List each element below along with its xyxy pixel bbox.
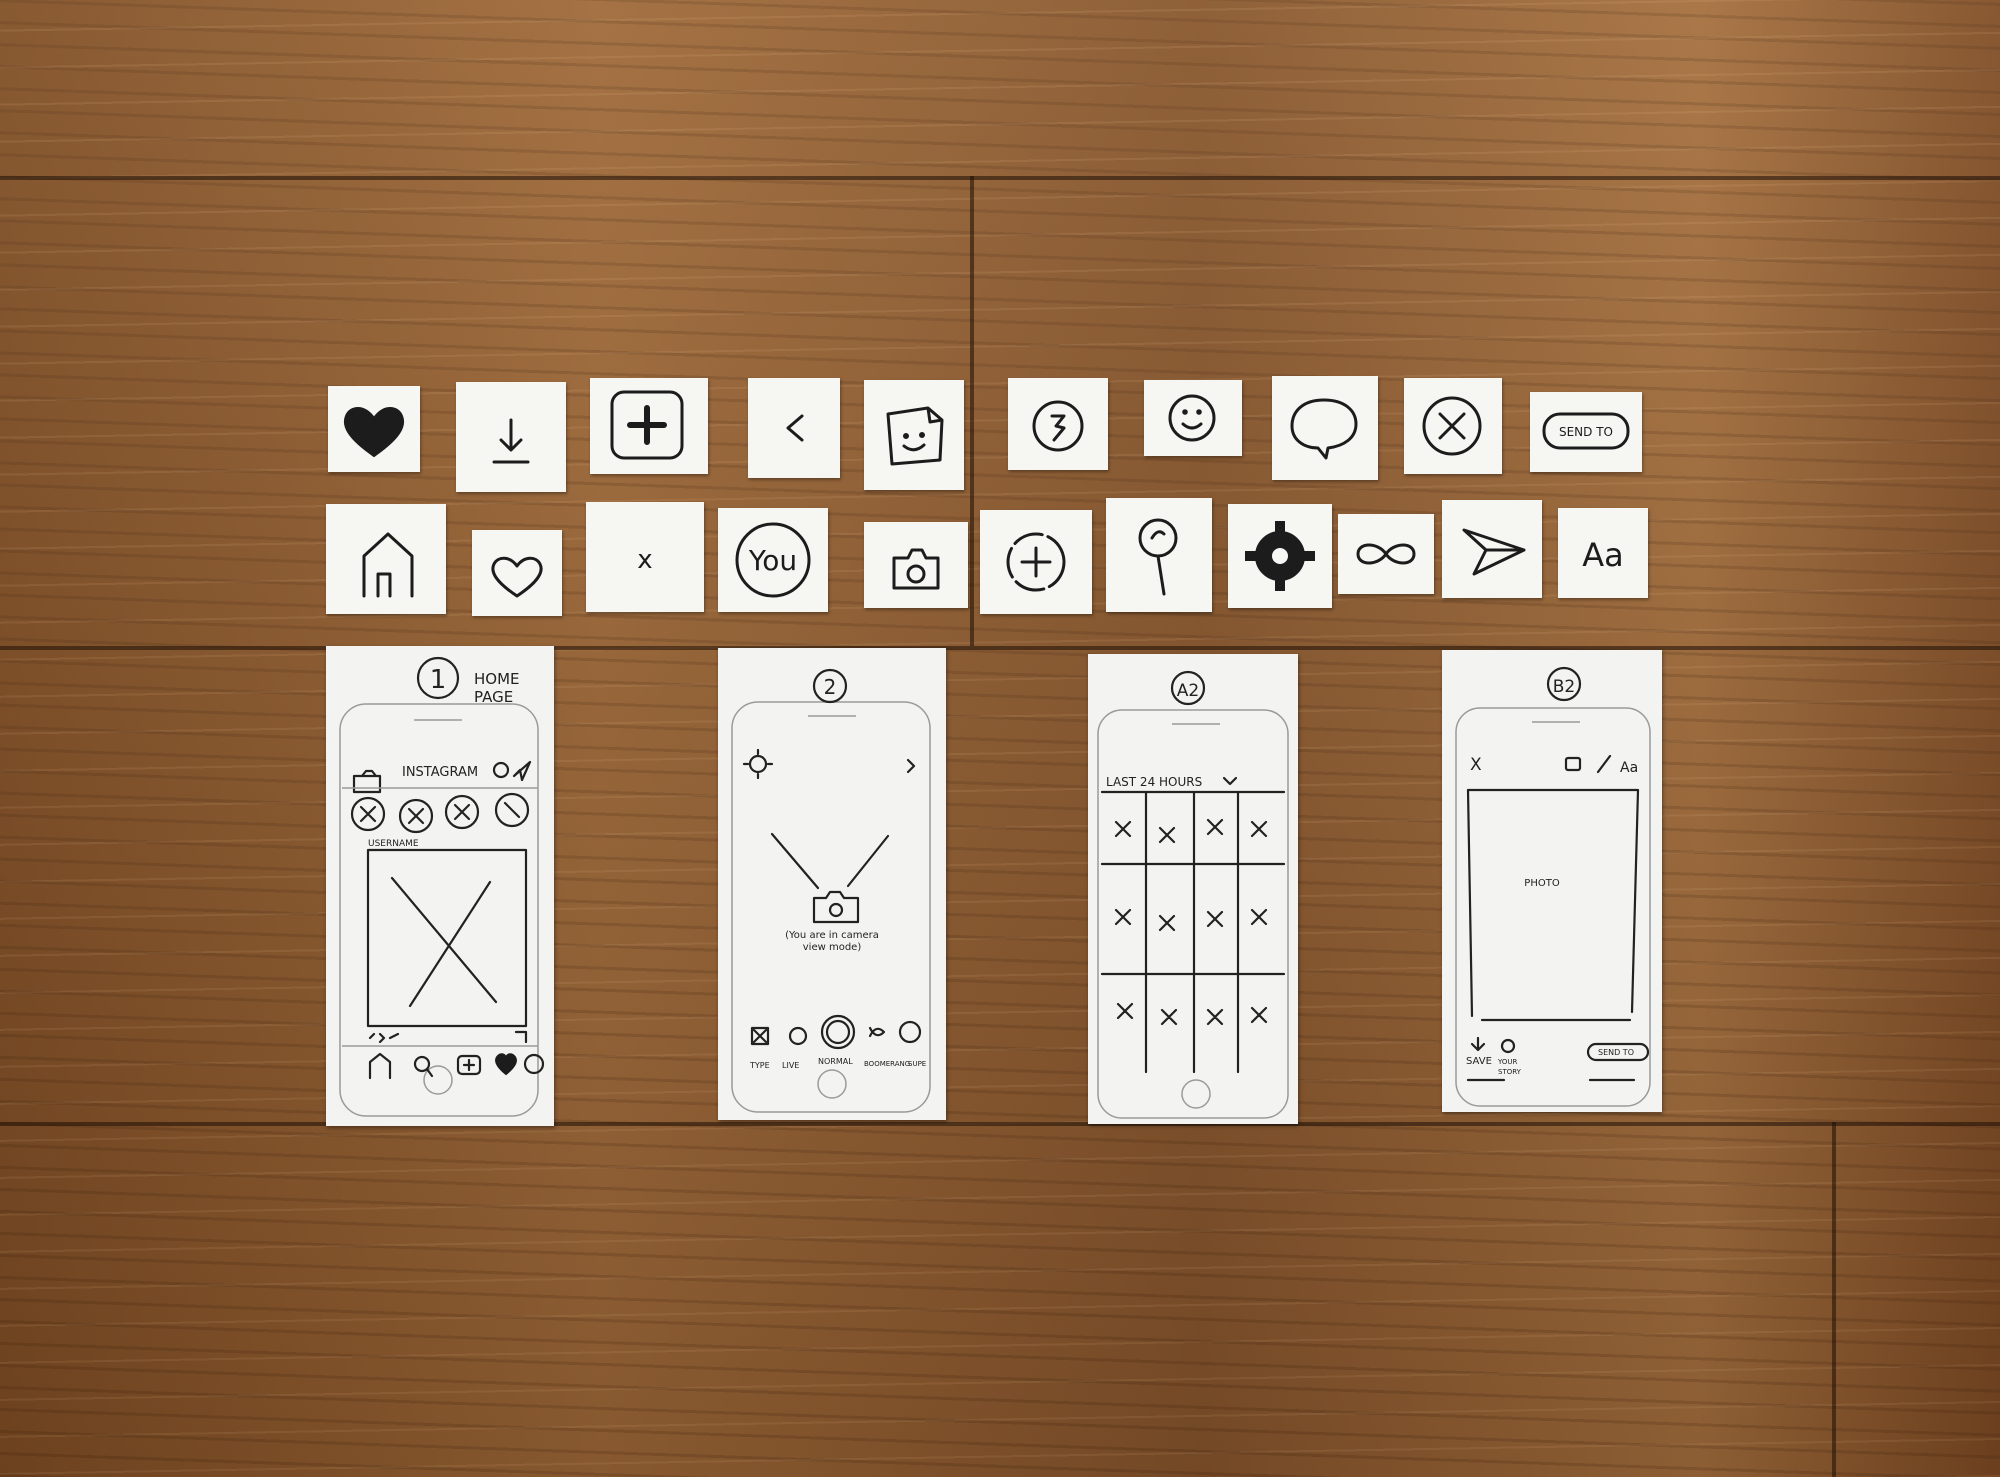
floor-seam [0,176,2000,180]
stories-row [350,792,530,834]
face-filter-icon[interactable] [898,1020,922,1044]
username-label: USERNAME [368,839,419,849]
last-24-hours-dropdown[interactable]: LAST 24 HOURS [1106,775,1202,789]
screen-1-title-page: PAGE [474,688,513,706]
boomerang-icon[interactable] [868,1026,886,1038]
direct-message-icon[interactable] [512,760,532,782]
camera-note-line2: view mode) [803,942,862,953]
camera-icon[interactable] [864,522,968,608]
camera-note-line1: (You are in camera [785,930,879,941]
search-icon[interactable] [1106,498,1212,612]
heart-outline-icon[interactable] [472,530,562,616]
nav-activity-icon[interactable] [495,1053,517,1076]
your-story-label-line2[interactable]: STORY [1498,1068,1522,1076]
screen-2-camera: 2 (You are in camera view mode) TYPE LIV… [718,648,946,1120]
photo-label: PHOTO [1524,878,1560,889]
paper-plane-icon[interactable] [1442,500,1542,598]
plus-circle-icon[interactable] [980,510,1092,614]
floor-seam [0,646,2000,650]
mode-type[interactable]: TYPE [749,1061,770,1070]
send-to-label: SEND TO [1559,425,1613,439]
grid-thumbnails[interactable] [1114,818,1268,1026]
mode-superzoom[interactable]: SUPE [908,1060,926,1068]
flash-icon[interactable] [742,748,774,780]
camera-view-icon [812,890,860,924]
tv-icon[interactable] [492,761,510,779]
floor-seam [1832,1122,1836,1477]
plus-square-icon[interactable] [590,378,708,474]
timer-icon[interactable] [1008,378,1108,470]
post-image-placeholder[interactable] [366,848,528,1028]
screen-1-number: 1 [430,665,447,695]
nav-home-icon[interactable] [368,1052,392,1080]
screen-2-number: 2 [824,675,837,699]
sticker-face-icon[interactable] [864,380,964,490]
download-arrow-icon[interactable] [456,382,566,492]
your-story-icon[interactable] [1500,1038,1516,1054]
nav-profile-icon[interactable] [523,1053,545,1075]
text-tool-icon[interactable]: Aa [1558,508,1648,598]
save-icon[interactable] [1470,1036,1486,1052]
draw-pen-icon[interactable] [1596,754,1612,774]
post-actions[interactable] [368,1032,400,1044]
forward-chevron-icon[interactable] [906,758,916,774]
mode-normal[interactable]: NORMAL [818,1057,853,1066]
you-profile-icon[interactable]: You [718,508,828,612]
timer-mode-icon[interactable] [788,1026,808,1046]
sticker-icon[interactable] [1564,756,1582,772]
x-label: x [637,545,652,575]
screen-1-title-home: HOME [474,670,520,688]
screen-b2-photo-edit: B2 X Aa PHOTO SAVE YOUR STORY SEND TO [1442,650,1662,1112]
text-tool-button[interactable]: Aa [1620,760,1638,776]
infinity-icon[interactable] [1338,514,1434,594]
you-label: You [748,544,797,577]
photo-frame [1466,788,1640,1022]
screen-a2-number: A2 [1177,681,1199,701]
send-to-button[interactable]: SEND TO [1530,392,1642,472]
settings-gear-icon[interactable] [1228,504,1332,608]
back-chevron-icon[interactable] [748,378,840,478]
floor-seam [0,1122,2000,1126]
save-label[interactable]: SAVE [1466,1056,1492,1067]
mode-boomerang[interactable]: BOOMERANG [864,1060,910,1068]
wood-floor-background [0,0,2000,1477]
instagram-app-title: INSTAGRAM [402,765,478,780]
circle-x-icon[interactable] [1404,378,1502,474]
filled-heart-icon[interactable] [328,386,420,472]
x-icon[interactable]: x [586,502,704,612]
camera-icon[interactable] [352,769,382,794]
screen-1-home-page: 1 HOME PAGE INSTAGRAM USERNAME [326,646,554,1126]
close-button[interactable]: X [1470,755,1482,775]
screen-b2-number: B2 [1553,677,1575,697]
aa-label: Aa [1582,536,1624,574]
home-icon[interactable] [326,504,446,614]
your-story-label-line1[interactable]: YOUR [1497,1058,1518,1066]
mode-live[interactable]: LIVE [782,1061,799,1070]
chat-bubble-icon[interactable] [1272,376,1378,480]
smiley-face-icon[interactable] [1144,380,1242,456]
screen-a2-gallery: A2 LAST 24 HOURS [1088,654,1298,1124]
chevron-down-icon[interactable] [1222,776,1238,786]
send-to-label[interactable]: SEND TO [1598,1048,1634,1057]
floor-seam [970,176,974,646]
bookmark-icon[interactable] [514,1030,528,1044]
